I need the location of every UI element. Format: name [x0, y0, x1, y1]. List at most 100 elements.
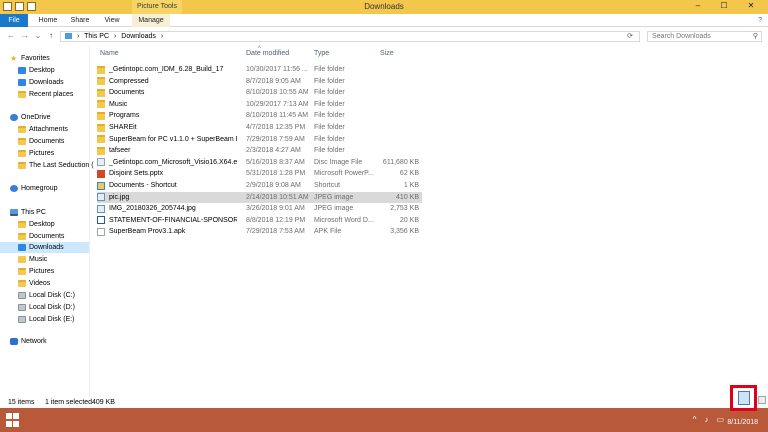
- size-cell: 410 KB: [396, 193, 419, 201]
- sidebar-item-pc-videos[interactable]: Videos: [18, 278, 50, 289]
- table-row[interactable]: _Getintopc.com_Microsoft_Visio16.X64.e..…: [97, 157, 422, 168]
- date-cell: 5/31/2018 1:28 PM: [246, 170, 306, 178]
- sidebar-item-pictures[interactable]: Pictures: [18, 148, 54, 159]
- tab-home[interactable]: Home: [34, 14, 62, 27]
- sidebar-item-pc-desktop[interactable]: Desktop: [18, 219, 55, 230]
- folder-file-icon: [97, 146, 105, 155]
- sidebar-item-pc-music[interactable]: Music: [18, 254, 47, 265]
- sidebar-item-disk-e[interactable]: Local Disk (E:): [18, 314, 75, 325]
- volume-icon[interactable]: ♪: [704, 415, 708, 424]
- table-row[interactable]: Documents 8/10/2018 10:55 AM File folder: [97, 87, 422, 98]
- table-row[interactable]: STATEMENT-OF-FINANCIAL-SPONSORS... 8/8/20…: [97, 215, 422, 226]
- folder-file-icon: [97, 88, 105, 97]
- windows-logo-icon: [6, 413, 12, 419]
- breadcrumb-separator: ›: [160, 33, 164, 40]
- table-row[interactable]: _Getintopc.com_IDM_6.28_Build_17 10/30/20…: [97, 64, 422, 75]
- table-row[interactable]: Compressed 8/7/2018 9:05 AM File folder: [97, 76, 422, 87]
- maximize-button[interactable]: ☐: [712, 0, 736, 12]
- table-row[interactable]: Programs 8/10/2018 11:45 AM File folder: [97, 110, 422, 121]
- computer-icon: [65, 33, 72, 40]
- size-cell: 611,680 KB: [382, 158, 419, 166]
- sidebar-this-pc[interactable]: This PC: [10, 207, 46, 218]
- downloads-icon: [18, 79, 26, 86]
- sidebar-network[interactable]: Network: [10, 336, 47, 347]
- minimize-button[interactable]: –: [686, 0, 710, 12]
- breadcrumb-this-pc[interactable]: This PC: [84, 33, 109, 40]
- sidebar-item-pc-downloads[interactable]: Downloads: [0, 242, 89, 253]
- network-tray-icon[interactable]: ▭: [716, 415, 724, 424]
- folder-icon: [18, 150, 26, 157]
- cloud-icon: [10, 114, 18, 121]
- sidebar-item-disk-c[interactable]: Local Disk (C:): [18, 290, 75, 301]
- table-row[interactable]: SuperBeam for PC v1.1.0 + SuperBeam Pr..…: [97, 134, 422, 145]
- table-row[interactable]: IMG_20180326_205744.jpg 3/26/2018 9:01 AM…: [97, 203, 422, 214]
- sidebar-item-attachments[interactable]: Attachments: [18, 124, 68, 135]
- table-row[interactable]: Documents - Shortcut 2/9/2018 9:08 AM Shor…: [97, 180, 422, 191]
- forward-arrow-icon[interactable]: →: [20, 31, 30, 41]
- table-row[interactable]: Disjoint Sets.pptx 5/31/2018 1:28 PM Micro…: [97, 168, 422, 179]
- tab-view[interactable]: View: [99, 14, 125, 27]
- type-cell: File folder: [314, 100, 345, 108]
- sidebar-homegroup[interactable]: Homegroup: [10, 183, 58, 194]
- pictures-folder-icon: [18, 268, 26, 275]
- column-header-type[interactable]: Type: [314, 49, 329, 59]
- sidebar-item-recent-places[interactable]: Recent places: [18, 89, 73, 100]
- type-cell: Microsoft Word D...: [314, 216, 374, 224]
- search-icon[interactable]: ⚲: [753, 32, 758, 41]
- downloads-icon: [18, 244, 26, 251]
- tab-manage[interactable]: Manage: [132, 14, 170, 27]
- column-header-date[interactable]: Date modified: [246, 49, 289, 59]
- show-desktop-icon[interactable]: [758, 396, 766, 404]
- status-size: 409 KB: [92, 399, 115, 406]
- tab-file[interactable]: File: [0, 14, 28, 27]
- table-row[interactable]: Music 10/29/2017 7:13 AM File folder: [97, 99, 422, 110]
- type-cell: JPEG image: [314, 193, 354, 201]
- column-header-size[interactable]: Size: [380, 49, 394, 59]
- sidebar-onedrive[interactable]: OneDrive: [10, 112, 51, 123]
- recent-locations-icon[interactable]: ⌄: [33, 31, 43, 41]
- sidebar-item-downloads[interactable]: Downloads: [18, 77, 64, 88]
- sidebar-item-desktop[interactable]: Desktop: [18, 65, 55, 76]
- column-header-name[interactable]: Name: [100, 49, 119, 59]
- action-center-icon[interactable]: [738, 391, 750, 405]
- date-cell: 8/8/2018 12:19 PM: [246, 216, 306, 224]
- show-hidden-icons-icon[interactable]: ^: [693, 415, 697, 424]
- recent-places-icon: [18, 91, 26, 98]
- sidebar-favorites[interactable]: ★ Favorites: [10, 53, 50, 64]
- desktop-icon: [18, 67, 26, 74]
- context-tab-label: Picture Tools: [132, 0, 182, 14]
- refresh-icon[interactable]: ⟳: [627, 32, 633, 41]
- table-row[interactable]: SuperBeam Prov3.1.apk 7/29/2018 7:53 AM AP…: [97, 226, 422, 237]
- sidebar-item-pc-documents[interactable]: Documents: [18, 231, 64, 242]
- sidebar-item-the-last-seduction[interactable]: The Last Seduction (: [18, 160, 94, 171]
- customize-toolbar-icon[interactable]: [27, 2, 36, 11]
- properties-icon[interactable]: [3, 2, 12, 11]
- sidebar-item-documents[interactable]: Documents: [18, 136, 64, 147]
- date-cell: 2/3/2018 4:27 AM: [246, 147, 301, 155]
- ribbon-tabs: File Home Share View Manage ?: [0, 14, 768, 27]
- apk-file-icon: [97, 227, 105, 236]
- table-row[interactable]: tafseer 2/3/2018 4:27 AM File folder: [97, 145, 422, 156]
- type-cell: Microsoft PowerP...: [314, 170, 374, 178]
- table-row[interactable]: SHAREit 4/7/2018 12:35 PM File folder: [97, 122, 422, 133]
- help-icon[interactable]: ?: [758, 14, 762, 27]
- quick-access-toolbar: [3, 2, 36, 11]
- start-button[interactable]: [6, 413, 20, 427]
- breadcrumb[interactable]: › This PC › Downloads › ⟳: [60, 31, 640, 42]
- music-folder-icon: [18, 256, 26, 263]
- homegroup-icon: [10, 185, 18, 192]
- up-arrow-icon[interactable]: ↑: [46, 31, 56, 41]
- back-arrow-icon[interactable]: ←: [6, 31, 16, 41]
- tab-share[interactable]: Share: [66, 14, 94, 27]
- clock[interactable]: 8/11/2018: [727, 410, 758, 428]
- file-name-cell: Documents: [97, 87, 237, 98]
- close-button[interactable]: ✕: [736, 0, 766, 12]
- file-name-cell: Music: [97, 99, 237, 110]
- sidebar-item-pc-pictures[interactable]: Pictures: [18, 266, 54, 277]
- sidebar-item-disk-d[interactable]: Local Disk (D:): [18, 302, 75, 313]
- date-cell: 10/29/2017 7:13 AM: [246, 100, 308, 108]
- search-input[interactable]: Search Downloads ⚲: [647, 31, 762, 42]
- breadcrumb-downloads[interactable]: Downloads: [121, 33, 156, 40]
- table-row[interactable]: pic.jpg 2/14/2018 10:51 AM JPEG image 410 K…: [97, 191, 422, 203]
- new-folder-icon[interactable]: [15, 2, 24, 11]
